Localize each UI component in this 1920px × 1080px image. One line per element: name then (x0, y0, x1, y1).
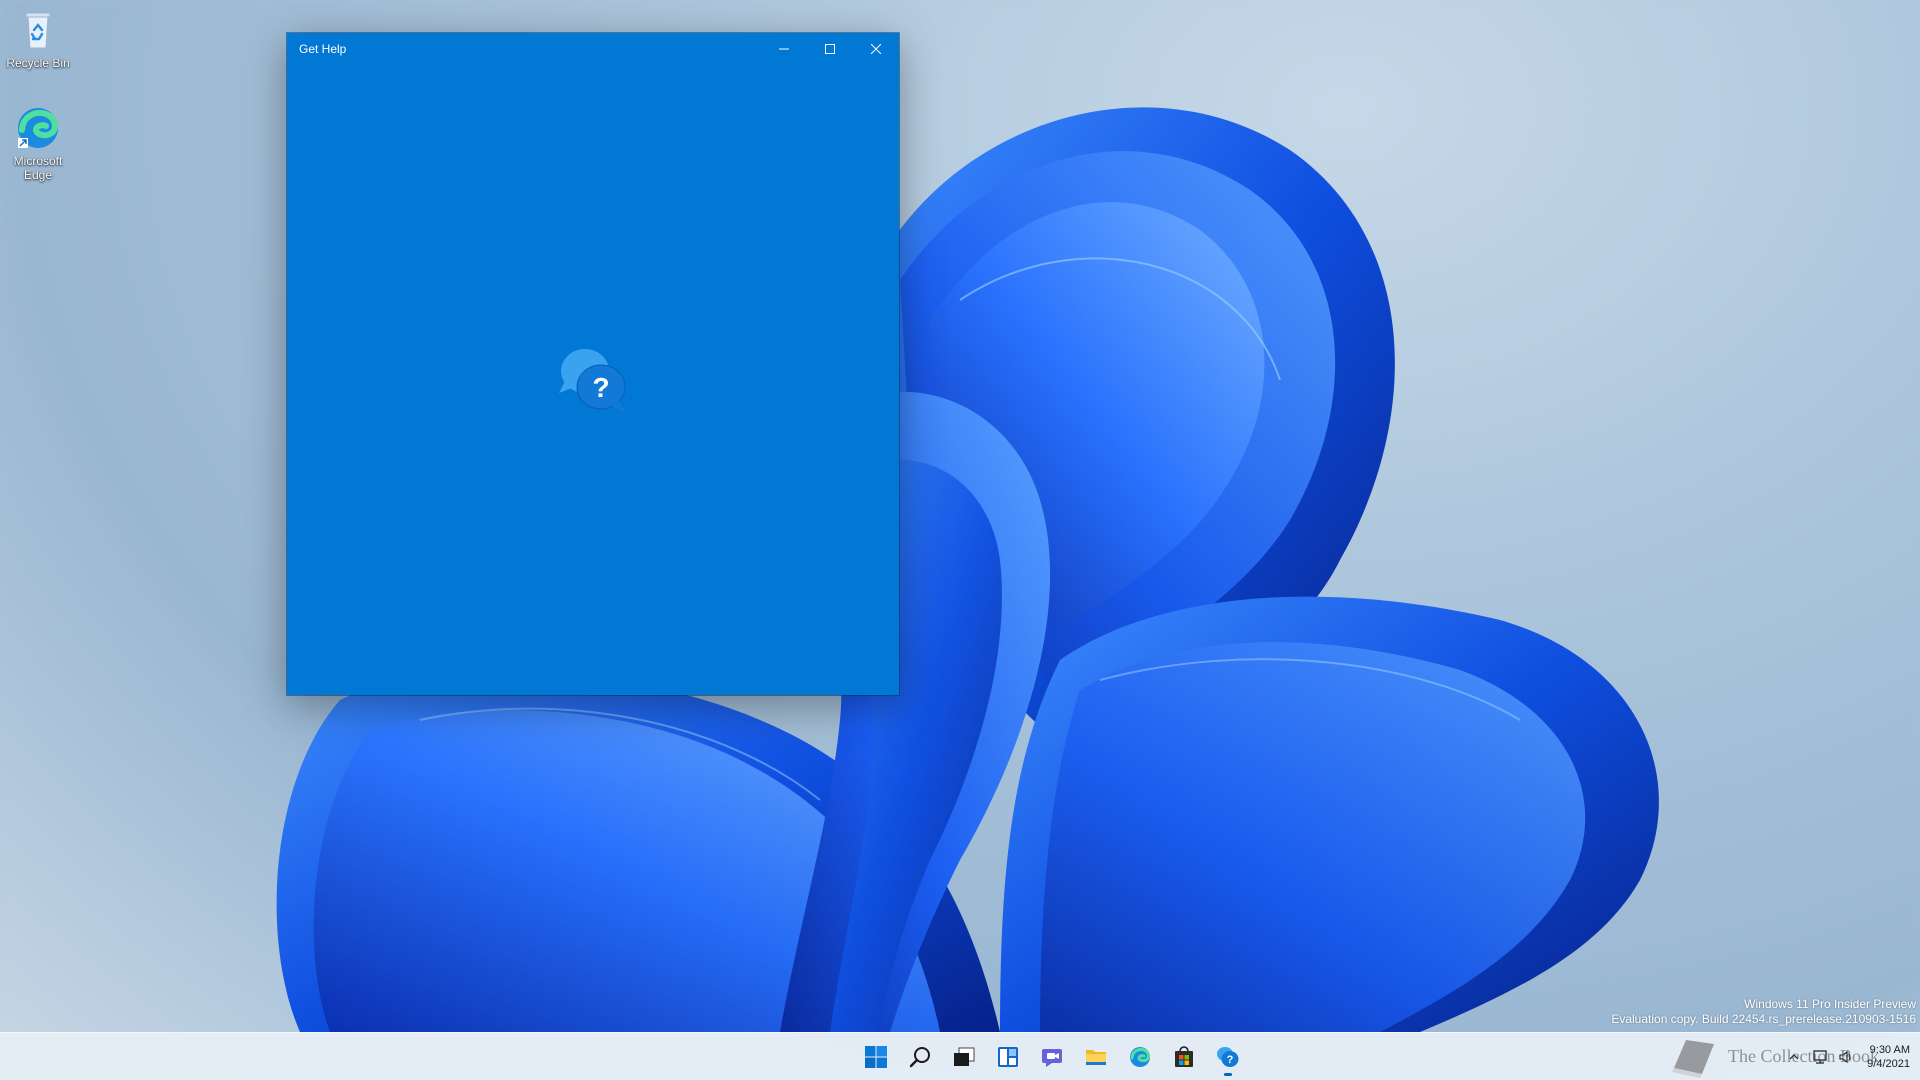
desktop-icon-label: Recycle Bin (6, 56, 69, 70)
close-button[interactable] (853, 33, 899, 65)
maximize-button[interactable] (807, 33, 853, 65)
desktop-icon-recycle-bin[interactable]: Recycle Bin (0, 6, 76, 70)
get-help-icon: ? (1215, 1044, 1241, 1070)
minimize-icon (779, 44, 789, 54)
search-button[interactable] (900, 1037, 940, 1077)
window-title: Get Help (287, 42, 761, 56)
recycle-bin-icon (14, 6, 62, 54)
window-titlebar[interactable]: Get Help (287, 33, 899, 65)
search-icon (908, 1045, 932, 1069)
store-icon (1172, 1045, 1196, 1069)
close-icon (871, 44, 881, 54)
watermark-line-1: Windows 11 Pro Insider Preview (1611, 997, 1916, 1012)
widgets-button[interactable] (988, 1037, 1028, 1077)
edge-taskbar-button[interactable] (1120, 1037, 1160, 1077)
chat-button[interactable] (1032, 1037, 1072, 1077)
get-help-taskbar-button[interactable]: ? (1208, 1037, 1248, 1077)
volume-button[interactable] (1835, 1046, 1857, 1068)
widgets-icon (996, 1045, 1020, 1069)
store-button[interactable] (1164, 1037, 1204, 1077)
chevron-up-icon (1788, 1051, 1800, 1063)
clock-time: 9:30 AM (1867, 1043, 1910, 1057)
get-help-icon: ? (555, 341, 637, 423)
teams-chat-icon (1040, 1045, 1064, 1069)
maximize-icon (825, 44, 835, 54)
system-tray: 9:30 AM 9/4/2021 (1781, 1033, 1920, 1080)
windows-logo-icon (864, 1045, 888, 1069)
desktop-icon-microsoft-edge[interactable]: Microsoft Edge (0, 104, 76, 182)
evaluation-watermark: Windows 11 Pro Insider Preview Evaluatio… (1611, 997, 1916, 1027)
get-help-window[interactable]: Get Help ? (287, 33, 899, 695)
task-view-button[interactable] (944, 1037, 984, 1077)
svg-text:?: ? (1227, 1054, 1234, 1066)
network-button[interactable] (1809, 1046, 1831, 1068)
minimize-button[interactable] (761, 33, 807, 65)
taskbar-clock[interactable]: 9:30 AM 9/4/2021 (1867, 1043, 1910, 1071)
folder-icon (1084, 1045, 1108, 1069)
volume-icon (1838, 1049, 1854, 1065)
clock-date: 9/4/2021 (1867, 1057, 1910, 1071)
svg-text:?: ? (592, 372, 609, 403)
taskbar-pinned-apps: ? (856, 1033, 1248, 1080)
show-hidden-icons-button[interactable] (1783, 1046, 1805, 1068)
network-icon (1812, 1049, 1828, 1065)
file-explorer-button[interactable] (1076, 1037, 1116, 1077)
task-view-icon (952, 1045, 976, 1069)
edge-icon (1128, 1045, 1152, 1069)
desktop-icon-label: Microsoft Edge (14, 154, 63, 182)
watermark-line-2: Evaluation copy. Build 22454.rs_prerelea… (1611, 1012, 1916, 1027)
taskbar: ? 9:30 AM 9/4/2021 (0, 1032, 1920, 1080)
start-button[interactable] (856, 1037, 896, 1077)
edge-icon (14, 104, 62, 152)
